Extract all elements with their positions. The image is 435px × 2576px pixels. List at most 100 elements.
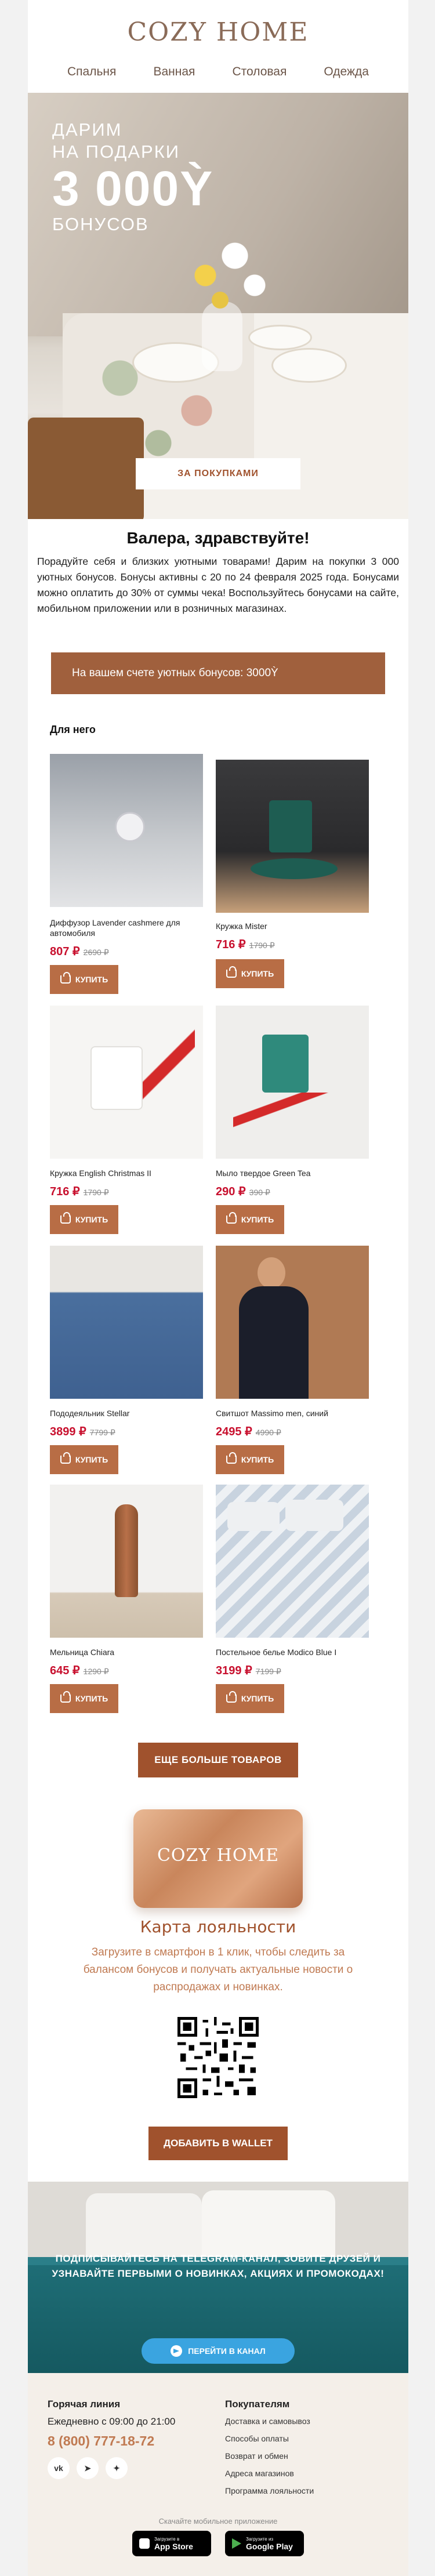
- cart-icon: [226, 1691, 237, 1703]
- buy-button[interactable]: КУПИТЬ: [50, 1684, 118, 1713]
- product-name[interactable]: Мельница Chiara: [50, 1647, 203, 1657]
- price-current: 807 ₽: [50, 945, 80, 958]
- product-image[interactable]: [50, 1485, 203, 1638]
- grinder-shape: [115, 1504, 138, 1597]
- product-image[interactable]: [216, 1006, 369, 1159]
- buy-button[interactable]: КУПИТЬ: [216, 959, 284, 988]
- add-to-wallet-button[interactable]: ДОБАВИТЬ В WALLET: [148, 2127, 288, 2160]
- hero-line3: БОНУСОВ: [52, 214, 149, 234]
- hero-flowers: [176, 226, 274, 325]
- cart-icon: [226, 966, 237, 978]
- product-price: 645 ₽1290 ₽: [50, 1663, 109, 1678]
- nav-item-bedroom[interactable]: Спальня: [67, 65, 116, 79]
- buy-label: КУПИТЬ: [75, 975, 108, 984]
- app-store-small: Загрузите в: [154, 2536, 180, 2542]
- product-image[interactable]: [50, 1006, 203, 1159]
- qr-code[interactable]: [177, 2017, 259, 2098]
- footer-link-stores[interactable]: Адреса магазинов: [225, 2465, 393, 2482]
- diffuser-shape: [115, 812, 145, 842]
- ribbon-shape: [137, 1017, 195, 1133]
- buy-button[interactable]: КУПИТЬ: [50, 1445, 118, 1474]
- saucer-shape: [251, 858, 338, 879]
- product-price: 716 ₽1790 ₽: [216, 937, 275, 952]
- soap-box-shape: [262, 1035, 309, 1093]
- google-play-text: Google Play: [246, 2541, 293, 2551]
- footer-buyers: Покупателям Доставка и самовывоз Способы…: [225, 2399, 393, 2499]
- cart-icon: [60, 1691, 71, 1703]
- product-name[interactable]: Постельное белье Modico Blue I: [216, 1647, 369, 1657]
- cart-icon: [226, 1452, 237, 1464]
- footer-link-payment[interactable]: Способы оплаты: [225, 2430, 393, 2447]
- ribbon-shape: [233, 1093, 361, 1127]
- telegram-banner[interactable]: ПОДПИСЫВАЙТЕСЬ НА TELEGRAM-КАНАЛ, ЗОВИТЕ…: [28, 2182, 408, 2373]
- vk-icon[interactable]: vk: [48, 2457, 70, 2479]
- apps-label: Скачайте мобильное приложение: [158, 2517, 278, 2526]
- buyers-title: Покупателям: [225, 2399, 290, 2410]
- product-image[interactable]: [50, 1246, 203, 1399]
- nav-item-dining[interactable]: Столовая: [232, 65, 287, 79]
- app-store-text: App Store: [154, 2541, 193, 2551]
- loyalty-text: Загрузите в смартфон в 1 клик, чтобы сле…: [83, 1946, 353, 1993]
- price-old: 7799 ₽: [89, 1428, 115, 1437]
- nav-item-clothes[interactable]: Одежда: [324, 65, 369, 79]
- sweatshirt-shape: [239, 1286, 309, 1399]
- cart-icon: [60, 972, 71, 984]
- hero-line2: НА ПОДАРКИ: [52, 142, 180, 162]
- more-products-button[interactable]: ЕЩЕ БОЛЬШЕ ТОВАРОВ: [138, 1743, 298, 1777]
- footer: Горячая линия Ежедневно с 09:00 до 21:00…: [28, 2373, 408, 2576]
- apple-icon: [139, 2538, 150, 2549]
- footer-link-returns[interactable]: Возврат и обмен: [225, 2447, 393, 2465]
- app-store-label: Загрузите в App Store: [154, 2537, 193, 2551]
- price-current: 645 ₽: [50, 1664, 80, 1677]
- product-image[interactable]: [216, 1485, 369, 1638]
- price-current: 290 ₽: [216, 1185, 246, 1198]
- hero-plate: [248, 325, 312, 350]
- product-price: 2495 ₽4990 ₽: [216, 1424, 281, 1439]
- loyalty-card-image: COZY HOME: [133, 1809, 303, 1908]
- product-price: 807 ₽2690 ₽: [50, 944, 109, 959]
- footer-link-loyalty[interactable]: Программа лояльности: [225, 2482, 393, 2499]
- shop-now-button[interactable]: ЗА ПОКУПКАМИ: [136, 458, 300, 489]
- cart-icon: [226, 1212, 237, 1224]
- pillow-shape: [227, 1502, 280, 1531]
- buy-button[interactable]: КУПИТЬ: [216, 1684, 284, 1713]
- product-name[interactable]: Диффузор Lavender cashmere для автомобил…: [50, 917, 203, 938]
- telegram-text: ПОДПИСЫВАЙТЕСЬ НА TELEGRAM-КАНАЛ, ЗОВИТЕ…: [52, 2253, 385, 2279]
- product-name[interactable]: Кружка English Christmas II: [50, 1168, 203, 1178]
- buy-label: КУПИТЬ: [75, 1694, 108, 1703]
- google-play-small: Загрузите из: [246, 2536, 274, 2542]
- buy-label: КУПИТЬ: [241, 969, 274, 978]
- product-name[interactable]: Свитшот Massimo men, синий: [216, 1408, 369, 1418]
- footer-link-delivery[interactable]: Доставка и самовывоз: [225, 2412, 393, 2430]
- buy-label: КУПИТЬ: [241, 1694, 274, 1703]
- telegram-channel-button[interactable]: ПЕРЕЙТИ В КАНАЛ: [142, 2338, 295, 2364]
- app-store-button[interactable]: Загрузите в App Store: [132, 2531, 211, 2556]
- buy-button[interactable]: КУПИТЬ: [50, 1205, 118, 1234]
- buy-button[interactable]: КУПИТЬ: [50, 965, 118, 994]
- mug-shape: [269, 800, 312, 852]
- brand-logo[interactable]: COZY HOME: [28, 17, 408, 47]
- bonus-balance-banner: На вашем счете уютных бонусов: 3000Ỳ: [51, 652, 385, 694]
- product-image[interactable]: [216, 1246, 369, 1399]
- buy-label: КУПИТЬ: [241, 1215, 274, 1224]
- google-play-button[interactable]: Загрузите из Google Play: [225, 2531, 304, 2556]
- section-title: Для него: [50, 724, 96, 735]
- buy-button[interactable]: КУПИТЬ: [216, 1445, 284, 1474]
- telegram-icon: [171, 2345, 183, 2357]
- hotline-phone[interactable]: 8 (800) 777-18-72: [48, 2433, 222, 2449]
- telegram-icon[interactable]: ➤: [77, 2457, 99, 2479]
- product-name[interactable]: Мыло твердое Green Tea: [216, 1168, 369, 1178]
- star-icon[interactable]: ✦: [106, 2457, 128, 2479]
- hero-plate: [271, 348, 347, 383]
- mug-shape: [90, 1046, 143, 1110]
- product-name[interactable]: Пододеяльник Stellar: [50, 1408, 203, 1418]
- product-name[interactable]: Кружка Mister: [216, 921, 369, 931]
- pillow-shape: [285, 1500, 343, 1531]
- buy-button[interactable]: КУПИТЬ: [216, 1205, 284, 1234]
- price-old: 2690 ₽: [83, 948, 109, 957]
- product-image[interactable]: [50, 754, 203, 907]
- product-image[interactable]: [216, 760, 369, 913]
- footer-hotline: Горячая линия Ежедневно с 09:00 до 21:00…: [48, 2399, 222, 2479]
- nav-item-bathroom[interactable]: Ванная: [153, 65, 195, 79]
- price-current: 716 ₽: [216, 938, 246, 951]
